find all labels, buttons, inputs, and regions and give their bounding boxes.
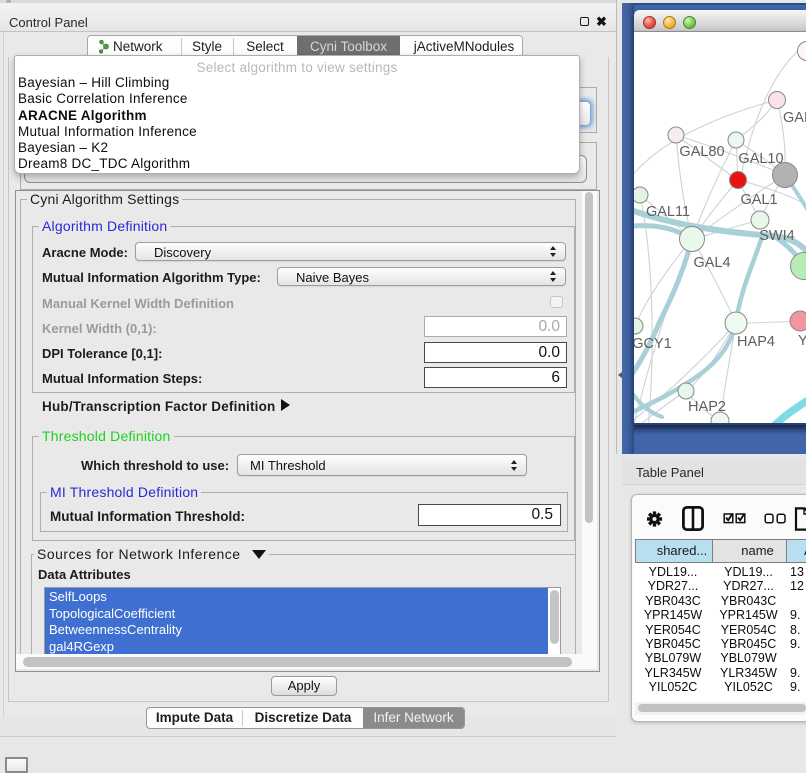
svg-text:GAL80: GAL80 [679,144,724,160]
svg-text:SWI4: SWI4 [759,228,794,244]
svg-text:GAL11: GAL11 [646,204,690,220]
svg-text:GAL10: GAL10 [738,151,783,167]
svg-text:HAP2: HAP2 [688,399,726,415]
svg-text:GAL1: GAL1 [740,192,777,208]
svg-text:HAP4: HAP4 [737,334,775,350]
svg-text:GCY1: GCY1 [634,336,672,352]
svg-text:GAL7: GAL7 [783,110,806,126]
svg-text:GAL4: GAL4 [693,255,730,271]
svg-text:YE: YE [798,333,806,349]
